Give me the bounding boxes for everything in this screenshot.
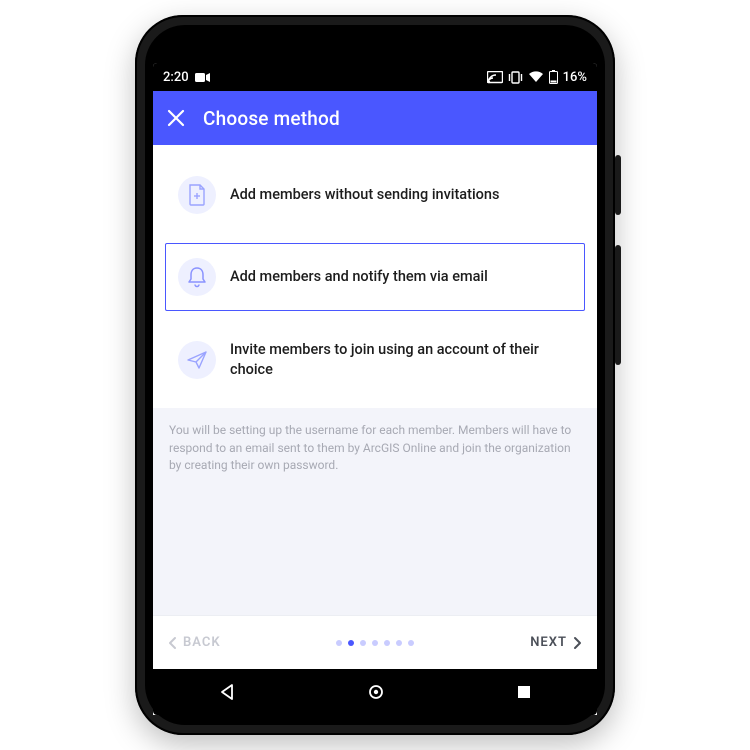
vibrate-icon	[508, 71, 523, 84]
battery-icon	[549, 70, 558, 84]
option-invite-own-account[interactable]: Invite members to join using an account …	[165, 325, 585, 394]
paper-plane-icon	[178, 341, 216, 379]
cast-icon	[487, 71, 503, 84]
helper-text: You will be setting up the username for …	[153, 408, 597, 482]
step-dot	[336, 640, 342, 646]
step-dots	[336, 640, 414, 646]
option-add-without-invite[interactable]: Add members without sending invitations	[165, 161, 585, 229]
option-label: Add members and notify them via email	[230, 267, 488, 287]
bell-icon	[178, 258, 216, 296]
chevron-left-icon	[167, 636, 177, 650]
back-button[interactable]: BACK	[167, 635, 221, 650]
wizard-footer: BACK NEXT	[153, 615, 597, 669]
chevron-right-icon	[573, 636, 583, 650]
android-recent-icon[interactable]	[516, 684, 532, 700]
step-dot	[384, 640, 390, 646]
next-label: NEXT	[530, 635, 567, 650]
step-dot	[372, 640, 378, 646]
step-dot	[348, 640, 354, 646]
status-time: 2:20	[163, 70, 189, 85]
step-dot	[360, 640, 366, 646]
option-label: Add members without sending invitations	[230, 185, 499, 205]
volume-button	[615, 245, 621, 365]
wifi-icon	[528, 71, 544, 83]
option-label: Invite members to join using an account …	[230, 340, 572, 379]
step-dot	[408, 640, 414, 646]
option-add-and-notify[interactable]: Add members and notify them via email	[165, 243, 585, 311]
power-button	[615, 155, 621, 215]
step-dot	[396, 640, 402, 646]
content-area: Add members without sending invitations …	[153, 145, 597, 669]
android-back-icon[interactable]	[218, 683, 236, 701]
options-list: Add members without sending invitations …	[153, 145, 597, 408]
videocam-icon	[195, 72, 211, 83]
close-icon[interactable]	[167, 109, 185, 127]
screen: 2:20	[153, 63, 597, 715]
file-plus-icon	[178, 176, 216, 214]
next-button[interactable]: NEXT	[530, 635, 583, 650]
phone-frame: 2:20	[135, 15, 615, 735]
battery-percent: 16%	[563, 70, 587, 85]
android-status-bar: 2:20	[153, 63, 597, 91]
page-title: Choose method	[203, 107, 340, 130]
android-nav-bar	[153, 669, 597, 715]
android-home-icon[interactable]	[367, 683, 385, 701]
app-bar: Choose method	[153, 91, 597, 145]
back-label: BACK	[183, 635, 221, 650]
